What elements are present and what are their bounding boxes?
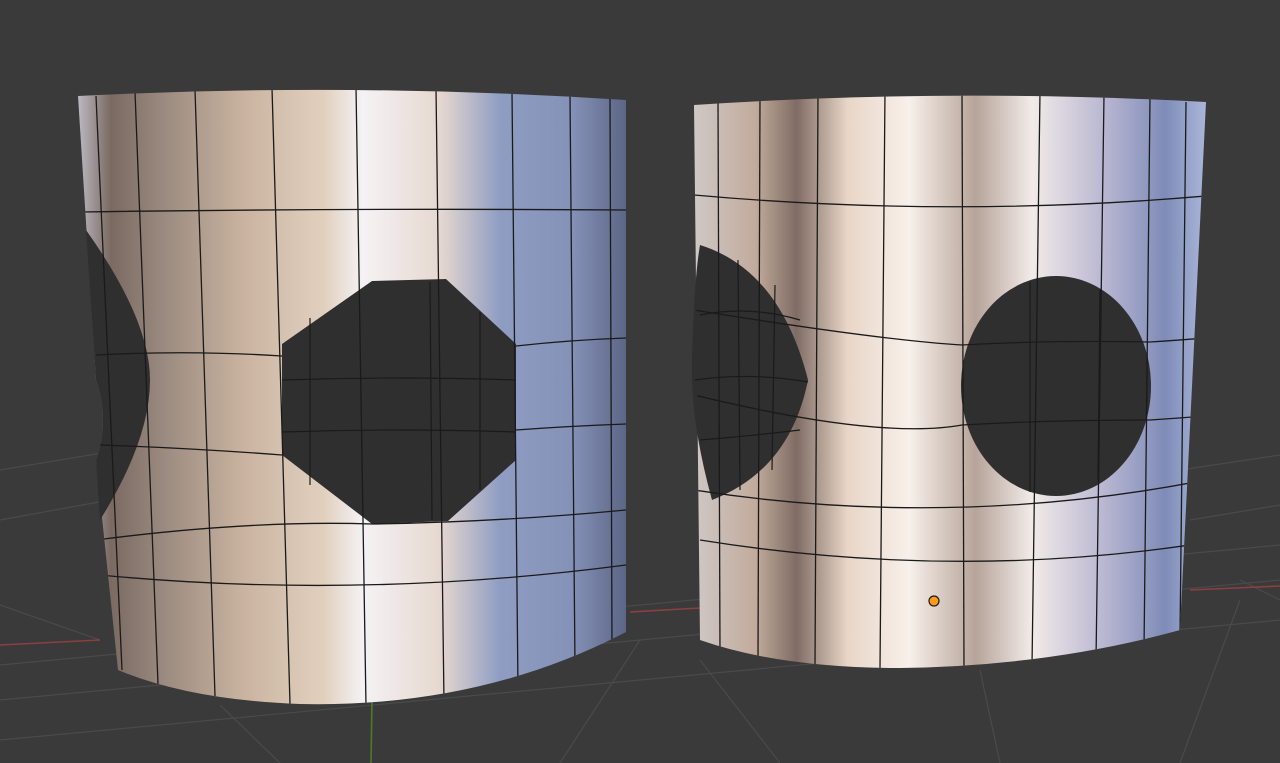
cylinder-left[interactable]: [78, 87, 626, 706]
viewport-canvas[interactable]: [0, 0, 1280, 763]
3d-viewport[interactable]: [0, 0, 1280, 763]
cylinder-right[interactable]: [691, 90, 1206, 668]
circle-hole: [961, 276, 1151, 496]
object-origin-dot[interactable]: [928, 595, 940, 607]
